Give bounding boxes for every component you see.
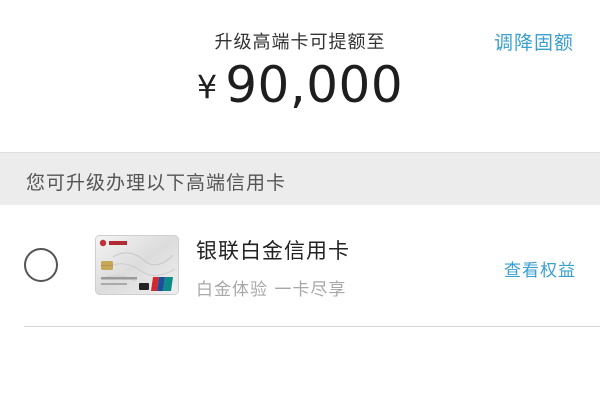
amount-value: 90,000 xyxy=(225,56,404,114)
limit-header: 升级高端卡可提额至 调降固额 ¥90,000 xyxy=(0,0,600,152)
row-divider xyxy=(24,326,600,327)
card-description: 白金体验 一卡尽享 xyxy=(196,280,347,300)
upgrade-limit-page: 升级高端卡可提额至 调降固额 ¥90,000 您可升级办理以下高端信用卡 银联白… xyxy=(0,0,600,400)
credit-card-image xyxy=(95,235,179,295)
view-benefits-link[interactable]: 查看权益 xyxy=(504,256,576,281)
limit-amount: ¥90,000 xyxy=(0,56,600,114)
section-header: 您可升级办理以下高端信用卡 xyxy=(0,152,600,205)
currency-symbol: ¥ xyxy=(196,68,218,106)
card-name: 银联白金信用卡 xyxy=(196,239,350,263)
adjust-limit-link[interactable]: 调降固额 xyxy=(494,28,574,55)
card-option-row[interactable]: 银联白金信用卡 白金体验 一卡尽享 查看权益 xyxy=(0,205,600,327)
card-radio-button[interactable] xyxy=(24,248,58,282)
section-title: 您可升级办理以下高端信用卡 xyxy=(26,172,287,194)
